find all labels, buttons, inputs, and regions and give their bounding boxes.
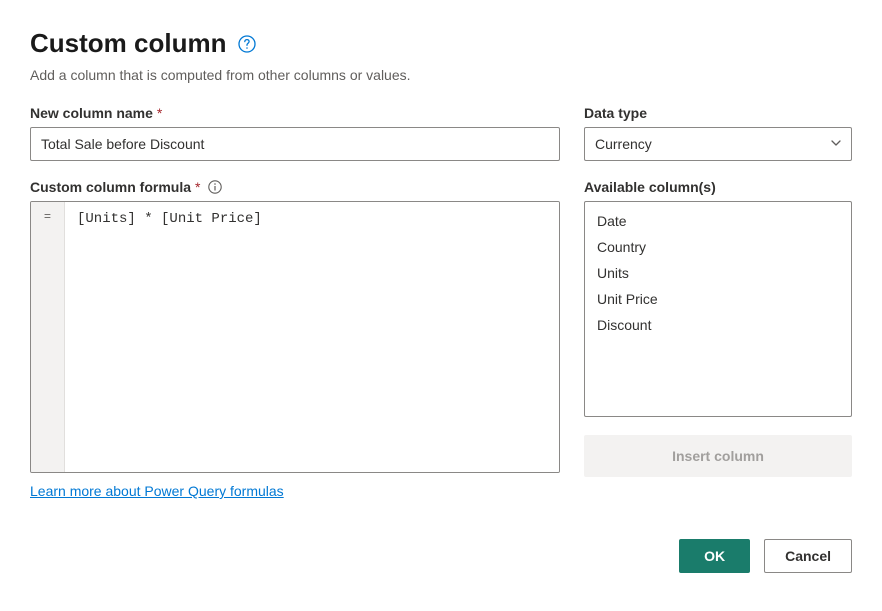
info-icon[interactable] <box>208 180 222 194</box>
help-icon[interactable] <box>238 35 256 53</box>
available-columns-label: Available column(s) <box>584 179 852 195</box>
ok-button[interactable]: OK <box>679 539 750 573</box>
available-column-item[interactable]: Units <box>585 260 851 286</box>
formula-gutter: = <box>31 202 65 472</box>
formula-editor[interactable]: = [Units] * [Unit Price] <box>30 201 560 473</box>
insert-column-button[interactable]: Insert column <box>584 435 852 477</box>
learn-more-link[interactable]: Learn more about Power Query formulas <box>30 483 560 499</box>
dialog-title: Custom column <box>30 28 226 59</box>
available-column-item[interactable]: Country <box>585 234 851 260</box>
formula-label: Custom column formula * <box>30 179 560 195</box>
dialog-footer: OK Cancel <box>30 539 852 573</box>
formula-textarea[interactable]: [Units] * [Unit Price] <box>65 202 559 472</box>
new-column-name-input[interactable] <box>30 127 560 161</box>
data-type-select[interactable] <box>584 127 852 161</box>
data-type-label: Data type <box>584 105 852 121</box>
available-column-item[interactable]: Unit Price <box>585 286 851 312</box>
available-column-item[interactable]: Discount <box>585 312 851 338</box>
dialog-header: Custom column <box>30 28 852 59</box>
available-columns-list: DateCountryUnitsUnit PriceDiscount <box>584 201 852 417</box>
cancel-button[interactable]: Cancel <box>764 539 852 573</box>
dialog-subtitle: Add a column that is computed from other… <box>30 67 852 83</box>
available-column-item[interactable]: Date <box>585 208 851 234</box>
new-column-name-label: New column name * <box>30 105 560 121</box>
